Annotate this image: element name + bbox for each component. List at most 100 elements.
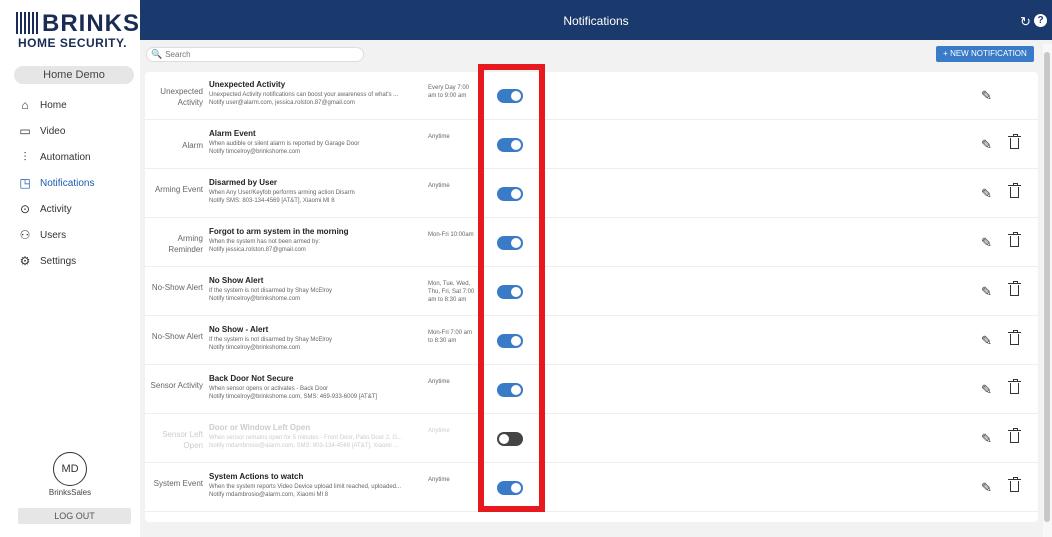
notification-name: Disarmed by User xyxy=(209,178,278,187)
activity-icon: ⊙ xyxy=(19,202,31,216)
sidebar-item-video[interactable]: ▭ Video xyxy=(0,118,140,144)
pencil-icon[interactable]: ✎ xyxy=(981,431,992,447)
notification-toggle[interactable] xyxy=(497,383,523,397)
notification-category: Unexpected Activity xyxy=(160,87,203,107)
notification-info: No Show - Alert If the system is not disa… xyxy=(209,325,423,352)
notification-schedule: Every Day 7:00 am to 9:00 am xyxy=(428,85,470,99)
avatar[interactable]: MD xyxy=(53,452,87,486)
notification-name: Alarm Event xyxy=(209,129,256,138)
notification-row: Alarm Alarm Event When audible or silent a… xyxy=(145,121,1038,169)
notification-recipients: Notify timcelroy@brinkshome.com, SMS: 46… xyxy=(209,394,378,400)
notification-toggle[interactable] xyxy=(497,236,523,250)
notification-row: Unexpected Activity Unexpected Activity Un… xyxy=(145,72,1038,120)
notification-recipients: Notify timcelroy@brinkshome.com xyxy=(209,345,301,351)
notification-description: If the system is not disarmed by Shay Mc… xyxy=(209,337,333,343)
sidebar-item-users[interactable]: ⚇ Users xyxy=(0,222,140,248)
pencil-icon[interactable]: ✎ xyxy=(981,382,992,398)
notification-category: Sensor Left Open xyxy=(162,430,203,450)
account-selector[interactable]: Home Demo xyxy=(14,66,134,84)
notification-description: When sensor opens or activates - Back Do… xyxy=(209,386,329,392)
search-input[interactable] xyxy=(165,50,356,59)
notification-info: Disarmed by User When Any User/Keyfob per… xyxy=(209,178,423,205)
notification-info: Alarm Event When audible or silent alarm … xyxy=(209,129,423,156)
trash-icon[interactable] xyxy=(1008,428,1021,443)
brinks-logo[interactable]: BRINKS HOME SECURITY. xyxy=(14,10,139,50)
pencil-icon[interactable]: ✎ xyxy=(981,137,992,153)
sidebar-nav: ⌂ Home ▭ Video ⫶ Automation ◳ Notificati… xyxy=(0,92,140,274)
main-content: 🔍 + NEW NOTIFICATION Unexpected Activity… xyxy=(140,40,1052,537)
trash-icon[interactable] xyxy=(1008,281,1021,296)
notification-info: Back Door Not Secure When sensor opens or… xyxy=(209,374,423,401)
notification-description: When audible or silent alarm is reported… xyxy=(209,141,360,147)
trash-icon[interactable] xyxy=(1008,183,1021,198)
notification-description: Unexpected Activity notifications can bo… xyxy=(209,92,399,98)
new-notification-button[interactable]: + NEW NOTIFICATION xyxy=(936,46,1034,62)
pencil-icon[interactable]: ✎ xyxy=(981,284,992,300)
user-name: BrinksSales xyxy=(48,488,92,497)
trash-icon[interactable] xyxy=(1008,379,1021,394)
automation-icon: ⫶ xyxy=(23,149,27,164)
sidebar-item-settings[interactable]: ⚙ Settings xyxy=(0,248,140,274)
pencil-icon[interactable]: ✎ xyxy=(981,88,992,104)
notification-recipients: Notify jessica.rolston.87@gmail.com xyxy=(209,247,306,253)
notification-list: Unexpected Activity Unexpected Activity Un… xyxy=(145,72,1038,522)
video-icon: ▭ xyxy=(19,124,31,138)
trash-icon[interactable] xyxy=(1008,477,1021,492)
sidebar-item-home[interactable]: ⌂ Home xyxy=(0,92,140,118)
scrollbar[interactable] xyxy=(1043,44,1052,537)
pencil-icon[interactable]: ✎ xyxy=(981,480,992,496)
trash-icon[interactable] xyxy=(1008,134,1021,149)
notification-description: When Any User/Keyfob performs arming act… xyxy=(209,190,355,196)
notification-toggle[interactable] xyxy=(497,285,523,299)
notification-row: System Event System Actions to watch When … xyxy=(145,464,1038,512)
notification-toggle[interactable] xyxy=(497,138,523,152)
notification-schedule: Mon-Fri 10:00am xyxy=(428,232,474,238)
notification-info: Unexpected Activity Unexpected Activity n… xyxy=(209,80,423,107)
notification-recipients: Notify SMS: 803-134-4569 [AT&T], Xiaomi … xyxy=(209,198,335,204)
notification-category: System Event xyxy=(153,479,203,488)
notification-description: When the system has not been armed by: xyxy=(209,239,321,245)
notification-toggle[interactable] xyxy=(497,481,523,495)
notification-category: No-Show Alert xyxy=(151,332,203,341)
refresh-icon[interactable]: ↻ xyxy=(1020,14,1031,30)
notification-toggle[interactable] xyxy=(497,89,523,103)
pencil-icon[interactable]: ✎ xyxy=(981,333,992,349)
pencil-icon[interactable]: ✎ xyxy=(981,186,992,202)
header-bar: Notifications ↻ ? xyxy=(140,0,1052,40)
sidebar-item-automation[interactable]: ⫶ Automation xyxy=(0,144,140,170)
notification-info: Door or Window Left Open When sensor rema… xyxy=(209,423,423,450)
notification-name: Forgot to arm system in the morning xyxy=(209,227,349,236)
sidebar-item-label: Users xyxy=(40,229,67,241)
help-icon[interactable]: ? xyxy=(1034,14,1047,27)
scrollbar-thumb[interactable] xyxy=(1044,52,1050,522)
notification-recipients: Notify timcelroy@brinkshome.com xyxy=(209,149,301,155)
notification-schedule: Anytime xyxy=(428,428,450,434)
notification-toggle[interactable] xyxy=(497,187,523,201)
trash-icon[interactable] xyxy=(1008,232,1021,247)
notification-toggle[interactable] xyxy=(497,432,523,446)
logo-brand: BRINKS xyxy=(42,10,141,37)
notification-info: Forgot to arm system in the morning When … xyxy=(209,227,423,254)
notification-category: Arming Event xyxy=(154,185,203,194)
pencil-icon[interactable]: ✎ xyxy=(981,235,992,251)
toggle-knob xyxy=(511,91,521,101)
toggle-knob xyxy=(499,434,509,444)
notification-toggle[interactable] xyxy=(497,334,523,348)
logout-button[interactable]: LOG OUT xyxy=(18,508,131,524)
sidebar-item-activity[interactable]: ⊙ Activity xyxy=(0,196,140,222)
notification-name: No Show - Alert xyxy=(209,325,269,334)
logo-subtitle: HOME SECURITY. xyxy=(18,36,128,50)
notification-info: No Show Alert If the system is not disarm… xyxy=(209,276,423,303)
notification-description: When sensor remains open for 5 minutes -… xyxy=(209,435,403,441)
trash-icon[interactable] xyxy=(1008,330,1021,345)
notification-description: When the system reports Video Device upl… xyxy=(209,484,401,490)
notification-category: Alarm xyxy=(182,141,203,150)
notification-category: No-Show Alert xyxy=(151,283,203,292)
notification-row: No-Show Alert No Show - Alert If the syste… xyxy=(145,317,1038,365)
page-title: Notifications xyxy=(563,14,629,28)
search-box[interactable]: 🔍 xyxy=(146,47,364,62)
home-icon: ⌂ xyxy=(21,98,29,112)
sidebar-item-notifications[interactable]: ◳ Notifications xyxy=(0,170,140,196)
notification-recipients: Notify timcelroy@brinkshome.com xyxy=(209,296,301,302)
sidebar-item-label: Activity xyxy=(40,203,72,215)
